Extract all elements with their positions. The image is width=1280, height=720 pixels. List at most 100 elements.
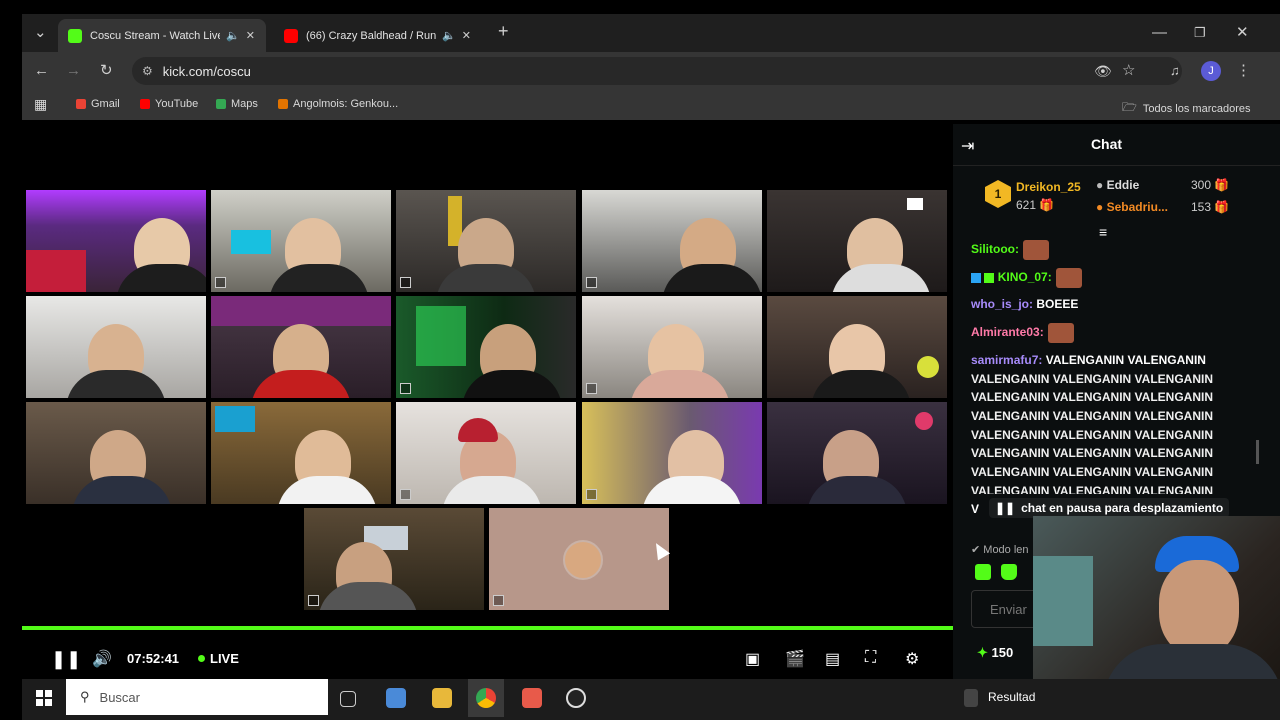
theater-mode-icon[interactable]: ▤ <box>825 649 840 669</box>
media-controls-icon[interactable]: ♫ <box>1170 62 1180 80</box>
chrome-taskbar-slot[interactable] <box>468 679 504 717</box>
search-placeholder: Buscar <box>99 689 140 705</box>
taskbar-search[interactable]: ⚲ Buscar <box>66 679 328 715</box>
chat-text: VALENGANIN VALENGANIN <box>1045 353 1206 367</box>
back-icon[interactable]: ← <box>34 62 49 80</box>
video-tile <box>582 402 762 504</box>
channel-points[interactable]: ✦ 150 <box>977 645 1013 661</box>
video-tile <box>396 190 576 292</box>
chat-username[interactable]: KINO_07: <box>998 270 1052 284</box>
restore-window-icon[interactable]: ❐ <box>1194 24 1206 42</box>
pause-icon[interactable]: ❚❚ <box>51 649 81 670</box>
amount-value: 300 <box>1191 178 1212 192</box>
purple-light <box>211 296 391 326</box>
store-icon[interactable] <box>386 688 406 708</box>
rank-3-icon: ● <box>1096 200 1104 214</box>
kick-cup-icon[interactable] <box>1001 564 1017 580</box>
profile-avatar[interactable]: J <box>1201 61 1221 81</box>
bookmark-angolmois[interactable]: Angolmois: Genkou... <box>278 98 398 110</box>
search-icon: ⚲ <box>80 689 90 704</box>
file-explorer-icon[interactable] <box>432 688 452 708</box>
chat-text: VALENGANIN VALENGANIN VALENGANIN <box>971 465 1214 479</box>
folder-icon: 🗁 <box>1122 100 1137 114</box>
chat-title: Chat <box>1090 136 1123 152</box>
close-tab-icon[interactable]: ✕ <box>246 29 255 42</box>
chat-username[interactable]: Almirante03: <box>971 325 1044 339</box>
red-beanie <box>458 418 498 442</box>
settings-gear-icon[interactable]: ⚙ <box>905 649 919 669</box>
participant-body <box>116 264 206 292</box>
gift-icon: 🎁 <box>1214 200 1230 214</box>
emote-picker-icon[interactable] <box>975 564 991 580</box>
forward-icon[interactable]: → <box>66 62 81 80</box>
task-view-icon[interactable] <box>340 691 356 707</box>
volume-icon[interactable]: 🔊 <box>92 649 112 669</box>
start-pane <box>45 690 52 697</box>
video-tile-avatar-only <box>489 508 669 610</box>
miniplayer-icon[interactable]: ▣ <box>745 649 760 669</box>
chat-username[interactable]: Silitooo: <box>971 242 1019 256</box>
video-tile <box>396 402 576 504</box>
pip-icon <box>493 595 504 606</box>
participant-body <box>642 476 742 504</box>
tab-coscu-stream[interactable]: Coscu Stream - Watch Live 🔈 ✕ <box>58 19 266 52</box>
participant-body <box>251 370 351 398</box>
minimize-window-icon[interactable]: — <box>1152 24 1167 42</box>
all-bookmarks-folder[interactable]: 🗁 Todos los marcadores <box>1122 98 1251 119</box>
tab-search-chevron-icon[interactable]: ⌄ <box>34 24 47 42</box>
participant-body <box>72 476 172 504</box>
pink-light <box>915 412 933 430</box>
bookmark-star-icon[interactable]: ☆ <box>1122 62 1135 80</box>
close-window-icon[interactable]: ✕ <box>1236 24 1249 42</box>
apps-grid-icon[interactable]: ▦ <box>34 96 47 113</box>
windows-start-icon[interactable] <box>36 690 52 706</box>
pip-icon <box>586 383 597 394</box>
app-icon[interactable] <box>522 688 542 708</box>
bookmark-gmail[interactable]: Gmail <box>76 98 120 110</box>
leader-name[interactable]: Dreikon_25 <box>1016 180 1081 194</box>
eye-hidden-icon[interactable]: 👁 <box>1094 62 1112 80</box>
slow-mode-icon: ✔ <box>971 544 981 556</box>
gmail-icon <box>76 99 86 109</box>
windows-taskbar: ⚲ Buscar Resultad <box>22 679 1280 720</box>
chat-username[interactable]: samirmafu7: <box>971 353 1042 367</box>
bookmark-youtube[interactable]: YouTube <box>140 98 198 110</box>
chat-text: VALENGANIN VALENGANIN VALENGANIN <box>971 446 1214 460</box>
menu-kebab-icon[interactable]: ⋮ <box>1236 62 1251 80</box>
bookmark-label: Maps <box>231 98 258 110</box>
angolmois-icon <box>278 99 288 109</box>
amount-value: 153 <box>1191 200 1212 214</box>
rank-badge: 1 <box>985 180 1011 208</box>
chat-scrollbar[interactable] <box>1256 440 1259 464</box>
participant-body <box>811 370 911 398</box>
monitor-screen <box>231 230 271 254</box>
address-bar[interactable]: ⚙ kick.com/coscu <box>132 57 1182 85</box>
participant-body <box>630 370 730 398</box>
partial-chat-letter: V <box>971 502 980 516</box>
leader-second[interactable]: ● Eddie <box>1096 178 1139 192</box>
live-progress-bar[interactable] <box>22 626 953 630</box>
chat-username[interactable]: who_is_jo: <box>971 297 1033 311</box>
new-tab-button[interactable]: + <box>498 22 509 40</box>
leader-third[interactable]: ● Sebadriu... <box>1096 200 1168 214</box>
tab-title: Coscu Stream - Watch Live <box>90 29 220 42</box>
tab-crazy-baldhead[interactable]: (66) Crazy Baldhead / Runn 🔈 ✕ <box>274 19 482 52</box>
close-tab-icon[interactable]: ✕ <box>462 29 471 42</box>
fullscreen-icon[interactable]: ⛶ <box>865 649 876 667</box>
chat-header-divider <box>953 165 1280 166</box>
chat-paused-notice[interactable]: ❚❚ chat en pausa para desplazamiento <box>989 498 1229 518</box>
results-widget[interactable]: Resultad <box>988 690 1035 704</box>
reload-icon[interactable]: ↻ <box>100 62 113 80</box>
bookmark-maps[interactable]: Maps <box>216 98 258 110</box>
chat-text: VALENGANIN VALENGANIN VALENGANIN <box>971 428 1214 442</box>
nba-icon[interactable] <box>964 689 978 707</box>
obs-icon[interactable] <box>566 688 586 708</box>
expand-leaderboard-icon[interactable]: ≡ <box>1099 224 1107 240</box>
leader-third-amount: 153 🎁 <box>1191 200 1229 214</box>
clip-icon[interactable]: 🎬 <box>785 649 805 669</box>
chat-text: VALENGANIN VALENGANIN VALENGANIN <box>971 372 1214 386</box>
stream-video-player[interactable] <box>22 124 953 679</box>
participant-body <box>662 264 762 292</box>
site-info-icon[interactable]: ⚙ <box>142 64 153 78</box>
rank-2-icon: ● <box>1096 178 1104 192</box>
